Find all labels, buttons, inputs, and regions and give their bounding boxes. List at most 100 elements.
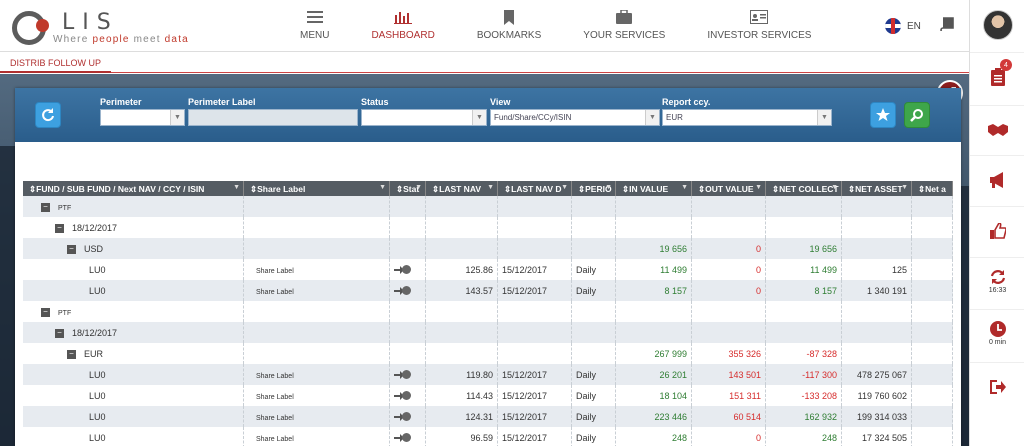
table-row[interactable]: − PTF bbox=[23, 301, 953, 322]
filter-funnel-icon[interactable]: ▼ bbox=[561, 184, 568, 191]
tree-label: PTF bbox=[58, 205, 72, 212]
nav-dashboard[interactable]: DASHBOARD bbox=[371, 8, 435, 48]
table-row[interactable]: − PTF bbox=[23, 196, 953, 217]
status-cell bbox=[390, 280, 426, 301]
table-row[interactable]: LU0 Share Label 124.31 15/12/2017 Daily 223 4… bbox=[23, 406, 953, 427]
tree-cell: − PTF bbox=[23, 301, 244, 322]
nav-bookmarks[interactable]: BOOKMARKS bbox=[477, 8, 541, 48]
table-row[interactable]: − EUR 267 999 355 326 -87 328 bbox=[23, 343, 953, 364]
table-row[interactable]: LU0 Share Label 96.59 15/12/2017 Daily 248 0 24… bbox=[23, 427, 953, 446]
filter-funnel-icon[interactable]: ▼ bbox=[681, 184, 688, 191]
report-ccy-select[interactable]: EUR ▼ bbox=[662, 109, 832, 126]
sidebar-timer[interactable]: 0 min bbox=[970, 309, 1024, 357]
table-row[interactable]: LU0 Share Label 125.86 15/12/2017 Daily 11 49… bbox=[23, 259, 953, 280]
filter-funnel-icon[interactable]: ▼ bbox=[233, 184, 240, 191]
filter-funnel-icon[interactable]: ▼ bbox=[901, 184, 908, 191]
filter-funnel-icon[interactable]: ▼ bbox=[487, 184, 494, 191]
app-logo[interactable]: LIS Where people meet data bbox=[10, 8, 210, 48]
bookmark-icon bbox=[503, 8, 515, 26]
in-value-cell: 8 157 bbox=[616, 280, 692, 301]
nav-your-services[interactable]: YOUR SERVICES bbox=[583, 8, 665, 48]
report-ccy-value: EUR bbox=[666, 113, 683, 122]
favorite-button[interactable] bbox=[870, 102, 896, 128]
tree-cell: −18/12/2017 bbox=[23, 322, 244, 343]
report-ccy-label: Report ccy. bbox=[662, 97, 711, 107]
sidebar-logout[interactable] bbox=[970, 362, 1024, 410]
collapse-toggle-icon[interactable]: − bbox=[41, 308, 50, 318]
bar-chart-icon bbox=[394, 8, 413, 26]
column-header[interactable]: ⇕NET ASSET ▼ bbox=[842, 181, 912, 196]
net-a-cell bbox=[912, 343, 953, 364]
breadcrumb-tab[interactable]: DISTRIB FOLLOW UP bbox=[0, 53, 112, 73]
table-row[interactable]: LU0 Share Label 143.57 15/12/2017 Daily 8 157… bbox=[23, 280, 953, 301]
column-header[interactable]: ⇕NET COLLECT ▼ bbox=[766, 181, 842, 196]
in-value-cell: 248 bbox=[616, 427, 692, 446]
sidebar-like[interactable] bbox=[970, 206, 1024, 254]
collapse-toggle-icon[interactable]: − bbox=[67, 350, 76, 360]
collapse-toggle-icon[interactable]: − bbox=[41, 203, 50, 213]
collapse-toggle-icon[interactable]: − bbox=[67, 245, 76, 255]
share-label-cell: Share Label bbox=[244, 280, 390, 301]
sidebar-sync[interactable]: 16:33 bbox=[970, 257, 1024, 305]
net-collect-cell: 19 656 bbox=[766, 238, 842, 259]
view-select[interactable]: Fund/Share/CCy/ISIN ▼ bbox=[490, 109, 660, 126]
column-header[interactable]: ⇕LAST NAV ▼ bbox=[426, 181, 498, 196]
column-header[interactable]: ⇕Share Label ▼ bbox=[244, 181, 390, 196]
column-header[interactable]: ⇕FUND / SUB FUND / Next NAV / CCY / ISIN… bbox=[23, 181, 244, 196]
collapse-toggle-icon[interactable]: − bbox=[55, 329, 64, 339]
column-header[interactable]: ⇕LAST NAV D ▼ bbox=[498, 181, 572, 196]
sidebar-tasks[interactable]: 4 bbox=[970, 52, 1024, 100]
filter-funnel-icon[interactable]: ▼ bbox=[379, 184, 386, 191]
tree-cell: LU0 bbox=[23, 406, 244, 427]
tree-label: LU0 bbox=[89, 412, 106, 422]
table-row[interactable]: LU0 Share Label 114.43 15/12/2017 Daily 18 10… bbox=[23, 385, 953, 406]
table-row[interactable]: −18/12/2017 bbox=[23, 322, 953, 343]
net-collect-cell bbox=[766, 301, 842, 322]
tree-cell: LU0 bbox=[23, 280, 244, 301]
thumbs-up-icon bbox=[989, 222, 1006, 239]
net-asset-cell bbox=[842, 196, 912, 217]
tree-cell: LU0 bbox=[23, 259, 244, 280]
periodicity-cell: Daily bbox=[572, 259, 616, 280]
tree-label: 18/12/2017 bbox=[72, 223, 118, 233]
perimeter-select[interactable]: ▼ bbox=[100, 109, 185, 126]
last-nav-date-cell: 15/12/2017 bbox=[498, 280, 572, 301]
last-nav-date-cell bbox=[498, 196, 572, 217]
filter-funnel-icon[interactable]: ▼ bbox=[605, 184, 612, 191]
net-asset-cell: 1 340 191 bbox=[842, 280, 912, 301]
column-header[interactable]: ⇕Net a bbox=[912, 181, 953, 196]
filter-funnel-icon[interactable]: ▼ bbox=[755, 184, 762, 191]
book-icon[interactable] bbox=[940, 17, 954, 34]
language-selector[interactable]: EN bbox=[885, 18, 921, 34]
periodicity-cell bbox=[572, 196, 616, 217]
user-avatar[interactable] bbox=[983, 10, 1013, 40]
last-nav-date-cell bbox=[498, 238, 572, 259]
filter-funnel-icon[interactable]: ▼ bbox=[415, 184, 422, 191]
column-header[interactable]: ⇕OUT VALUE ▼ bbox=[692, 181, 766, 196]
sidebar-handshake[interactable] bbox=[970, 105, 1024, 153]
filter-funnel-icon[interactable]: ▼ bbox=[831, 184, 838, 191]
tree-label: LU0 bbox=[89, 433, 106, 443]
column-header[interactable]: ⇕Stat ▼ bbox=[390, 181, 426, 196]
table-row[interactable]: − USD 19 656 0 19 656 bbox=[23, 238, 953, 259]
collapse-toggle-icon[interactable]: − bbox=[55, 224, 64, 234]
nav-menu[interactable]: MENU bbox=[300, 8, 329, 48]
column-header-label: ⇕IN VALUE bbox=[622, 184, 669, 194]
status-cell bbox=[390, 259, 426, 280]
last-nav-date-cell: 15/12/2017 bbox=[498, 427, 572, 446]
reset-button[interactable] bbox=[35, 102, 61, 128]
column-header[interactable]: ⇕IN VALUE ▼ bbox=[616, 181, 692, 196]
table-row[interactable]: −18/12/2017 bbox=[23, 217, 953, 238]
table-row[interactable]: LU0 Share Label 119.80 15/12/2017 Daily 26 20… bbox=[23, 364, 953, 385]
tree-label: LU0 bbox=[89, 286, 106, 296]
search-button[interactable] bbox=[904, 102, 930, 128]
column-header[interactable]: ⇕PERIO ▼ bbox=[572, 181, 616, 196]
status-select[interactable]: ▼ bbox=[361, 109, 487, 126]
grid-header: ⇕FUND / SUB FUND / Next NAV / CCY / ISIN… bbox=[23, 181, 953, 196]
last-nav-date-cell: 15/12/2017 bbox=[498, 364, 572, 385]
periodicity-cell bbox=[572, 301, 616, 322]
out-value-cell: 60 514 bbox=[692, 406, 766, 427]
nav-investor-services[interactable]: INVESTOR SERVICES bbox=[707, 8, 811, 48]
sidebar-announcements[interactable] bbox=[970, 155, 1024, 203]
net-collect-cell: -117 300 bbox=[766, 364, 842, 385]
